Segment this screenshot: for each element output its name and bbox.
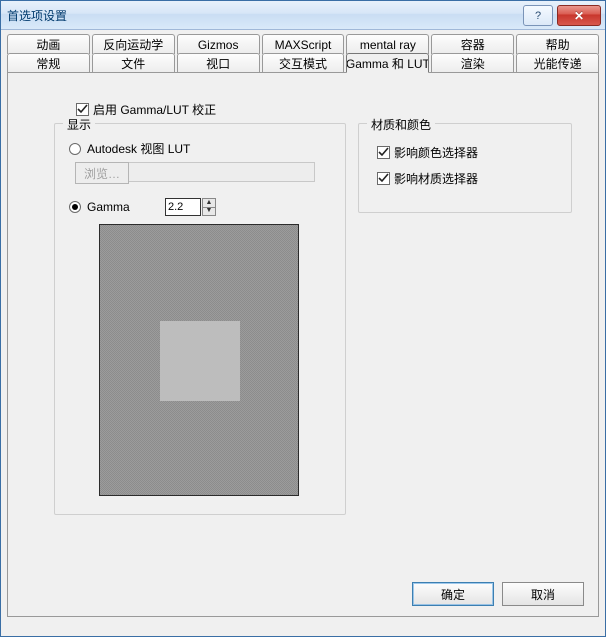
group-display-legend: 显示 — [63, 116, 95, 133]
enable-gamma-checkbox[interactable] — [76, 103, 89, 116]
tab-gizmos[interactable]: Gizmos — [177, 34, 260, 54]
group-material-legend: 材质和颜色 — [367, 116, 435, 133]
affect-mat-row: 影响材质选择器 — [377, 170, 478, 187]
ok-button[interactable]: 确定 — [412, 582, 494, 606]
radio-gamma-row: Gamma ▲ ▼ — [69, 198, 216, 216]
check-icon — [378, 173, 389, 184]
close-button[interactable]: ✕ — [557, 5, 601, 26]
radio-lut-row: Autodesk 视图 LUT — [69, 140, 190, 157]
tab-viewport[interactable]: 视口 — [177, 53, 260, 73]
close-icon: ✕ — [574, 9, 584, 23]
cancel-button[interactable]: 取消 — [502, 582, 584, 606]
gamma-input[interactable] — [165, 198, 201, 216]
dialog-button-bar: 确定 取消 — [412, 582, 584, 606]
tab-render[interactable]: 渲染 — [431, 53, 514, 73]
preferences-window: 首选项设置 ? ✕ 动画 反向运动学 Gizmos MAXScript ment… — [0, 0, 606, 637]
radio-lut-label: Autodesk 视图 LUT — [87, 140, 190, 157]
tab-help[interactable]: 帮助 — [516, 34, 599, 54]
tab-maxscript[interactable]: MAXScript — [262, 34, 345, 54]
radio-gamma[interactable] — [69, 201, 81, 213]
affect-color-row: 影响颜色选择器 — [377, 144, 478, 161]
tab-radiosity[interactable]: 光能传递 — [516, 53, 599, 73]
tab-panel: 启用 Gamma/LUT 校正 显示 Autodesk 视图 LUT 浏览… G… — [7, 72, 599, 617]
check-icon — [77, 104, 88, 115]
lut-path-field — [129, 162, 315, 182]
group-display: 显示 Autodesk 视图 LUT 浏览… Gamma ▲ — [54, 123, 346, 515]
gamma-spin-down[interactable]: ▼ — [202, 207, 216, 217]
radio-lut[interactable] — [69, 143, 81, 155]
tab-container-opt[interactable]: 容器 — [431, 34, 514, 54]
tab-gamma-lut[interactable]: Gamma 和 LUT — [346, 53, 429, 73]
tab-files[interactable]: 文件 — [92, 53, 175, 73]
gamma-preview-inner — [160, 321, 240, 401]
browse-button[interactable]: 浏览… — [75, 162, 129, 184]
tab-container: 动画 反向运动学 Gizmos MAXScript mental ray 容器 … — [1, 30, 605, 617]
group-material: 材质和颜色 影响颜色选择器 影响材质选择器 — [358, 123, 572, 213]
help-button[interactable]: ? — [523, 5, 553, 26]
affect-color-label: 影响颜色选择器 — [394, 144, 478, 161]
enable-gamma-label: 启用 Gamma/LUT 校正 — [93, 101, 216, 118]
tab-mentalray[interactable]: mental ray — [346, 34, 429, 54]
radio-gamma-label: Gamma — [87, 200, 153, 214]
tab-general[interactable]: 常规 — [7, 53, 90, 73]
affect-mat-label: 影响材质选择器 — [394, 170, 478, 187]
tab-row-bottom: 常规 文件 视口 交互模式 Gamma 和 LUT 渲染 光能传递 — [7, 53, 599, 73]
tab-row-top: 动画 反向运动学 Gizmos MAXScript mental ray 容器 … — [7, 34, 599, 54]
help-icon: ? — [535, 10, 541, 22]
gamma-spinner: ▲ ▼ — [165, 198, 216, 216]
check-icon — [378, 147, 389, 158]
titlebar: 首选项设置 ? ✕ — [1, 1, 605, 30]
affect-mat-checkbox[interactable] — [377, 172, 390, 185]
affect-color-checkbox[interactable] — [377, 146, 390, 159]
gamma-preview-swatch — [99, 224, 299, 496]
window-title: 首选项设置 — [7, 7, 523, 24]
browse-row: 浏览… — [75, 162, 315, 184]
tab-ik[interactable]: 反向运动学 — [92, 34, 175, 54]
gamma-spin-up[interactable]: ▲ — [202, 198, 216, 207]
tab-animation[interactable]: 动画 — [7, 34, 90, 54]
tab-interaction[interactable]: 交互模式 — [262, 53, 345, 73]
enable-gamma-row: 启用 Gamma/LUT 校正 — [76, 101, 216, 118]
gamma-spin-buttons: ▲ ▼ — [202, 198, 216, 216]
